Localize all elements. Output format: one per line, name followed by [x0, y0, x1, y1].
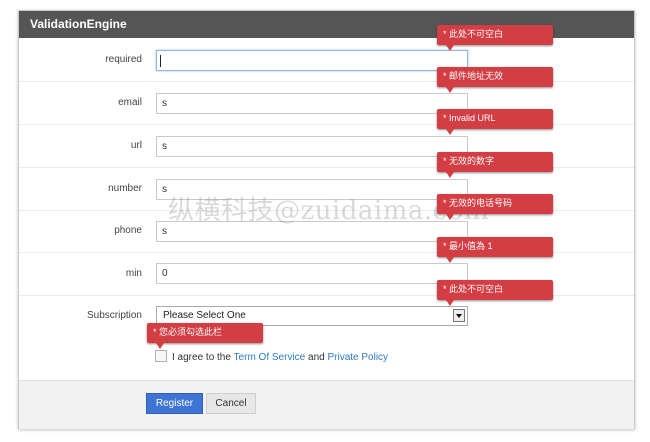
error-tooltip-url: * Invalid URL	[437, 109, 553, 135]
agree-checkbox[interactable]	[155, 350, 167, 363]
phone-label: phone	[114, 225, 142, 236]
error-text-number: * 无效的数字	[443, 156, 495, 166]
agree-prefix: I agree to the	[172, 352, 231, 363]
error-tooltip-required: * 此处不可空白	[437, 25, 553, 51]
error-text-phone: * 无效的电话号码	[443, 198, 513, 208]
required-label: required	[105, 54, 142, 65]
error-text-agree: * 您必须勾选此栏	[153, 327, 223, 337]
error-tooltip-number: * 无效的数字	[437, 152, 553, 178]
error-text-min: * 最小值為 1	[443, 241, 493, 251]
agree-conjunction: and	[308, 352, 325, 363]
email-label: email	[118, 97, 142, 108]
form-row-subscription: Subscription Please Select One	[19, 295, 634, 337]
agree-terms-row: I agree to the Term Of Service and Priva…	[155, 350, 388, 365]
url-input[interactable]	[156, 136, 468, 157]
form-footer: Register Cancel	[19, 380, 634, 429]
error-tooltip-min: * 最小值為 1	[437, 237, 553, 263]
private-policy-link[interactable]: Private Policy	[327, 352, 388, 363]
panel-title: ValidationEngine	[30, 17, 127, 31]
term-of-service-link[interactable]: Term Of Service	[234, 352, 306, 363]
cancel-button[interactable]: Cancel	[206, 393, 256, 414]
register-button[interactable]: Register	[146, 393, 203, 414]
text-caret	[160, 55, 161, 67]
error-tooltip-subscription: * 此处不可空白	[437, 280, 553, 306]
number-label: number	[108, 183, 142, 194]
url-label: url	[130, 140, 142, 151]
chevron-down-icon[interactable]	[453, 309, 465, 322]
error-text-email: * 邮件地址无效	[443, 71, 504, 81]
error-text-url: * Invalid URL	[443, 113, 496, 123]
error-text-required: * 此处不可空白	[443, 29, 504, 39]
error-tooltip-agree: * 您必须勾选此栏	[147, 323, 263, 349]
email-input[interactable]	[156, 93, 468, 114]
subscription-label: Subscription	[86, 310, 142, 321]
required-input[interactable]	[156, 50, 468, 71]
min-label: min	[125, 268, 142, 279]
error-text-subscription: * 此处不可空白	[443, 284, 504, 294]
error-tooltip-email: * 邮件地址无效	[437, 67, 553, 93]
min-input[interactable]	[156, 263, 468, 284]
error-tooltip-phone: * 无效的电话号码	[437, 194, 553, 220]
